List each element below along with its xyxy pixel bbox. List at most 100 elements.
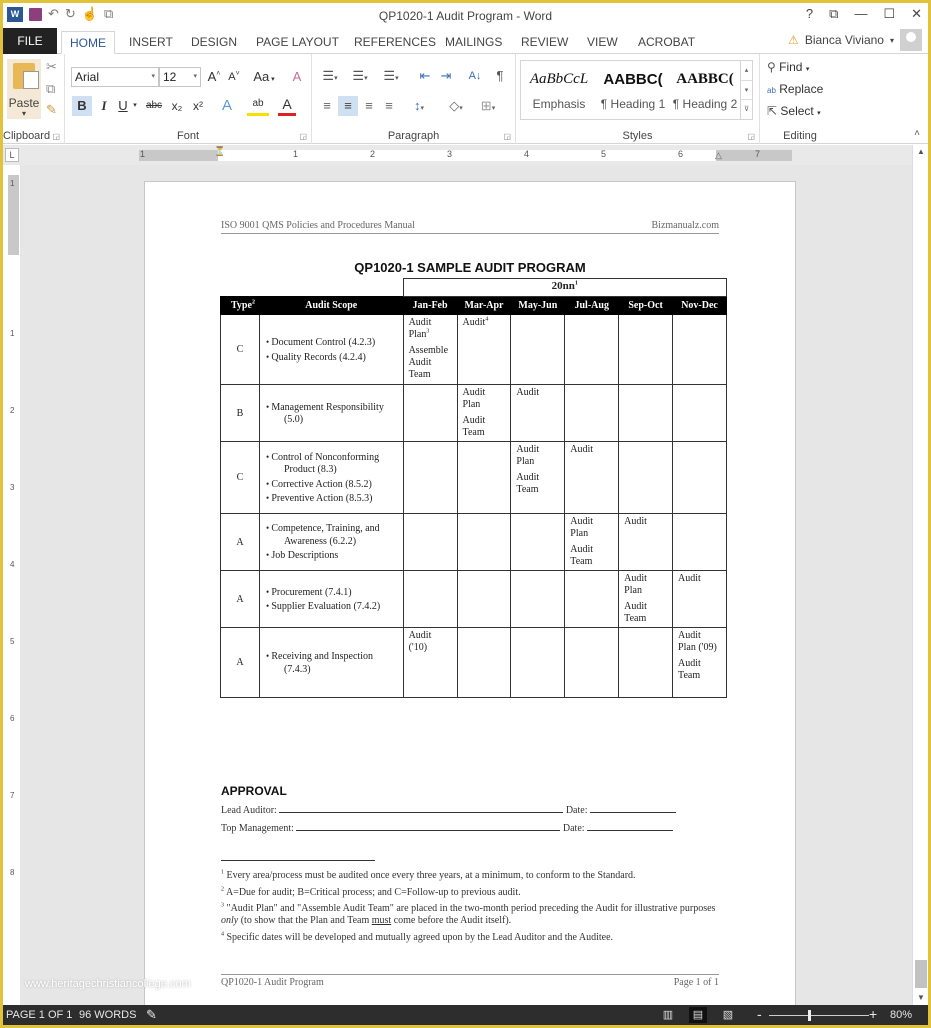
scroll-down-icon[interactable]: ▾ [741,80,752,99]
tab-references[interactable]: REFERENCES [346,31,444,54]
close-icon[interactable]: ✕ [911,6,922,22]
tab-view[interactable]: VIEW [579,31,626,54]
read-mode-icon[interactable]: ▥ [659,1007,677,1023]
style-heading-1[interactable]: AABBC( ¶ Heading 1 [597,61,669,119]
tab-design[interactable]: DESIGN [183,31,245,54]
justify-button[interactable]: ≡ [380,96,398,116]
maximize-icon[interactable]: ☐ [883,6,895,22]
chevron-down-icon[interactable]: ▾ [151,68,155,86]
chevron-down-icon[interactable]: ▾ [817,110,821,117]
superscript-button[interactable]: x² [189,96,207,116]
strikethrough-button[interactable]: abc [143,96,165,116]
user-name[interactable]: Bianca Viviano [805,33,884,47]
tab-selector[interactable]: L [5,148,19,162]
document-page[interactable]: ISO 9001 QMS Policies and Procedures Man… [144,181,796,1021]
tab-mailings[interactable]: MAILINGS [437,31,510,54]
lead-auditor-field[interactable] [279,804,564,813]
dialog-launcher-icon[interactable]: ◲ [747,132,755,141]
chevron-down-icon[interactable]: ▾ [193,68,197,86]
line-spacing-button[interactable]: ↕▾ [406,96,432,116]
scroll-up-icon[interactable]: ▴ [741,61,752,80]
avatar[interactable] [900,29,922,51]
scope-item: Quality Records (4.2.4) [264,351,400,365]
format-painter-icon[interactable]: ✎ [46,102,57,118]
highlight-button[interactable]: ab [247,96,269,116]
top-management-field[interactable] [296,822,561,831]
scroll-up-icon[interactable]: ▲ [913,145,928,159]
font-name-select[interactable]: Arial ▾ [71,67,159,87]
sort-button[interactable]: A↓ [464,66,486,86]
paste-button[interactable]: Paste ▾ [7,59,41,119]
tab-home[interactable]: HOME [61,31,115,54]
styles-scrollbar[interactable]: ▴ ▾ ⊽ [740,61,752,119]
text-effects-button[interactable]: A [217,96,237,116]
replace-button[interactable]: ab Replace [767,82,823,96]
dialog-launcher-icon[interactable]: ◲ [52,132,60,141]
top-management-date-field[interactable] [587,822,674,831]
copy-icon[interactable]: ⧉ [46,81,55,97]
horizontal-ruler[interactable]: 1 1 2 3 4 5 6 7 ⏳ △ [139,146,792,161]
change-case-button[interactable]: Aa ▾ [251,67,277,87]
select-button[interactable]: ⇱ Select ▾ [767,104,821,118]
chevron-down-icon[interactable]: ▾ [7,109,41,118]
zoom-slider[interactable] [769,1015,869,1016]
chevron-down-icon[interactable]: ▾ [131,96,139,116]
subscript-button[interactable]: x₂ [168,96,186,116]
borders-button[interactable]: ⊞▾ [475,96,501,116]
center-button[interactable]: ≡ [338,96,358,116]
scrollbar-thumb[interactable] [915,960,927,988]
increase-indent-button[interactable]: ⇥ [437,66,455,86]
multilevel-list-button[interactable]: ☰▾ [378,66,404,86]
collapse-ribbon-icon[interactable]: ˄ [914,128,920,139]
style-emphasis[interactable]: AaBbCcL Emphasis [523,61,595,119]
shrink-font-button[interactable]: A˅ [226,67,242,87]
lead-auditor-date-field[interactable] [589,804,676,813]
italic-button[interactable]: I [96,96,112,116]
underline-button[interactable]: U [115,96,131,116]
shading-button[interactable]: ◇▾ [443,96,469,116]
vertical-scrollbar[interactable]: ▲ ▼ [912,145,928,1005]
zoom-in-button[interactable]: + [869,1006,877,1022]
vertical-ruler[interactable]: 1 1 2 3 4 5 6 7 8 [8,175,19,1005]
align-right-button[interactable]: ≡ [360,96,378,116]
proofing-icon[interactable]: ✎ [146,1007,157,1023]
bullets-button[interactable]: ☰▾ [318,66,342,86]
dialog-launcher-icon[interactable]: ◲ [299,132,307,141]
zoom-level[interactable]: 80% [890,1009,912,1021]
bold-button[interactable]: B [72,96,92,116]
print-layout-icon[interactable]: ▤ [689,1007,707,1023]
font-color-button[interactable]: A [278,96,296,116]
font-size-select[interactable]: 12 ▾ [159,67,201,87]
tab-acrobat[interactable]: ACROBAT [630,31,703,54]
help-icon[interactable]: ? [806,6,813,22]
decrease-indent-button[interactable]: ⇤ [416,66,434,86]
chevron-down-icon[interactable]: ▾ [890,36,894,45]
dialog-launcher-icon[interactable]: ◲ [503,132,511,141]
align-left-button[interactable]: ≡ [318,96,336,116]
ruler-number: 7 [755,149,761,159]
minimize-icon[interactable]: — [854,6,867,22]
tab-page-layout[interactable]: PAGE LAYOUT [248,31,347,54]
numbering-button[interactable]: ☰▾ [348,66,372,86]
scroll-down-icon[interactable]: ▼ [913,991,928,1005]
style-heading-2[interactable]: AABBC( ¶ Heading 2 [669,61,741,119]
zoom-slider-thumb[interactable] [808,1010,811,1021]
web-layout-icon[interactable]: ▧ [719,1007,737,1023]
ribbon-display-options-icon[interactable]: ⧉ [829,6,838,22]
page-count[interactable]: PAGE 1 OF 1 [6,1009,72,1021]
chevron-down-icon[interactable]: ▾ [806,66,810,73]
zoom-out-button[interactable]: - [757,1006,762,1022]
show-formatting-marks-button[interactable]: ¶ [492,66,508,86]
more-styles-icon[interactable]: ⊽ [741,99,752,118]
cut-icon[interactable]: ✂ [46,59,57,75]
first-line-indent-marker[interactable]: ⏳ [214,146,225,157]
tab-file[interactable]: FILE [3,28,57,54]
word-count[interactable]: 96 WORDS [79,1009,136,1021]
tab-insert[interactable]: INSERT [121,31,181,54]
find-button[interactable]: ⚲ Find ▾ [767,60,809,74]
user-account[interactable]: ⚠ Bianca Viviano ▾ [788,29,922,51]
right-indent-marker[interactable]: △ [715,150,722,161]
grow-font-button[interactable]: A˄ [206,67,222,87]
clear-formatting-button[interactable]: A [289,67,305,87]
tab-review[interactable]: REVIEW [513,31,576,54]
